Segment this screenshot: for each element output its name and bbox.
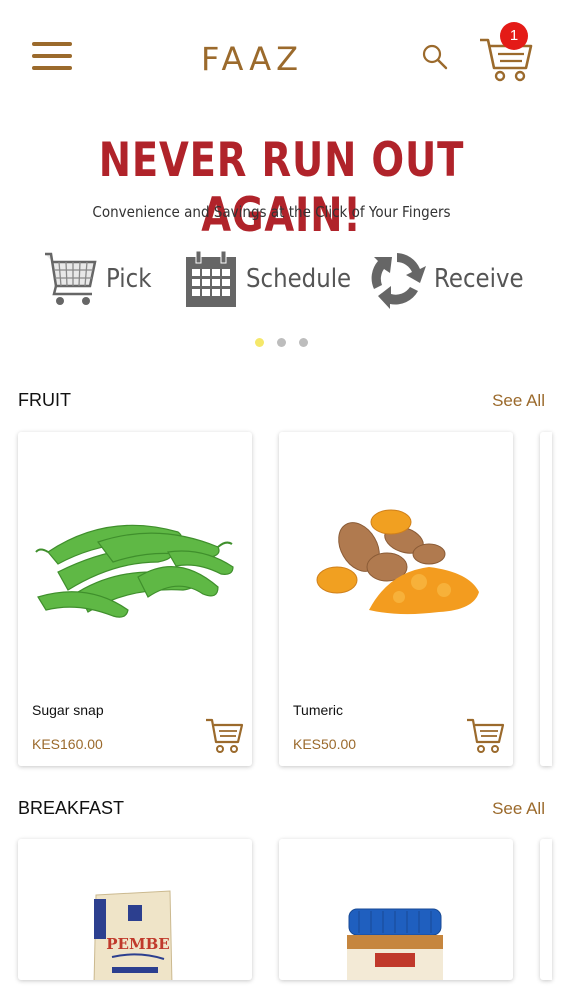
see-all-fruit-link[interactable]: See All bbox=[492, 391, 545, 411]
product-card-sugar-snap[interactable]: Sugar snap KES160.00 bbox=[18, 432, 252, 766]
product-price: KES160.00 bbox=[32, 736, 103, 752]
turmeric-root-image bbox=[316, 509, 479, 615]
package-brand-text: PEMBE bbox=[106, 935, 169, 953]
pembe-flour-bag-image: PEMBE bbox=[93, 890, 173, 980]
cart-count-badge[interactable]: 1 bbox=[500, 22, 528, 50]
peanut-butter-jar-image bbox=[347, 908, 443, 980]
product-card-peek[interactable] bbox=[540, 432, 552, 766]
banner-step-schedule: Schedule bbox=[184, 247, 365, 311]
step-label-receive: Receive bbox=[434, 264, 524, 294]
promo-banner[interactable]: NEVER RUN OUT AGAIN! Convenience and Sav… bbox=[0, 125, 563, 360]
calendar-icon bbox=[186, 250, 236, 307]
product-card-peek[interactable] bbox=[540, 839, 552, 980]
sugar-snap-peas-image bbox=[35, 524, 234, 618]
step-label-pick: Pick bbox=[106, 264, 152, 294]
add-to-cart-icon[interactable] bbox=[204, 716, 244, 756]
product-card-peanut-butter[interactable] bbox=[279, 839, 513, 980]
step-label-schedule: Schedule bbox=[246, 264, 352, 294]
product-name: Tumeric bbox=[293, 702, 344, 718]
carousel-dot-3[interactable] bbox=[299, 338, 308, 347]
see-all-breakfast-link[interactable]: See All bbox=[492, 799, 545, 819]
brand-logo[interactable]: FAAZ bbox=[196, 38, 308, 78]
section-title-fruit: FRUIT bbox=[18, 390, 71, 410]
banner-step-receive: Receive bbox=[368, 247, 536, 311]
recycle-arrows-icon bbox=[371, 253, 426, 309]
carousel-dot-2[interactable] bbox=[277, 338, 286, 347]
search-icon[interactable] bbox=[420, 42, 450, 72]
product-name: Sugar snap bbox=[32, 702, 104, 718]
section-title-breakfast: BREAKFAST bbox=[18, 798, 125, 818]
product-card-tumeric[interactable]: Tumeric KES50.00 bbox=[279, 432, 513, 766]
carousel-indicator bbox=[255, 338, 308, 347]
svg-text:FAAZ: FAAZ bbox=[201, 40, 303, 78]
shopping-cart-icon bbox=[45, 252, 97, 305]
banner-step-pick: Pick bbox=[44, 247, 158, 311]
add-to-cart-icon[interactable] bbox=[465, 716, 505, 756]
banner-subheadline: Convenience and Savings at the Click of … bbox=[92, 203, 451, 221]
hamburger-menu-icon[interactable] bbox=[32, 42, 72, 72]
app-header: FAAZ 1 bbox=[0, 0, 563, 115]
product-price: KES50.00 bbox=[293, 736, 357, 752]
banner-headline: NEVER RUN OUT AGAIN! bbox=[98, 133, 465, 243]
carousel-dot-1[interactable] bbox=[255, 338, 264, 347]
product-card-pembe-flour[interactable]: PEMBE bbox=[18, 839, 252, 980]
